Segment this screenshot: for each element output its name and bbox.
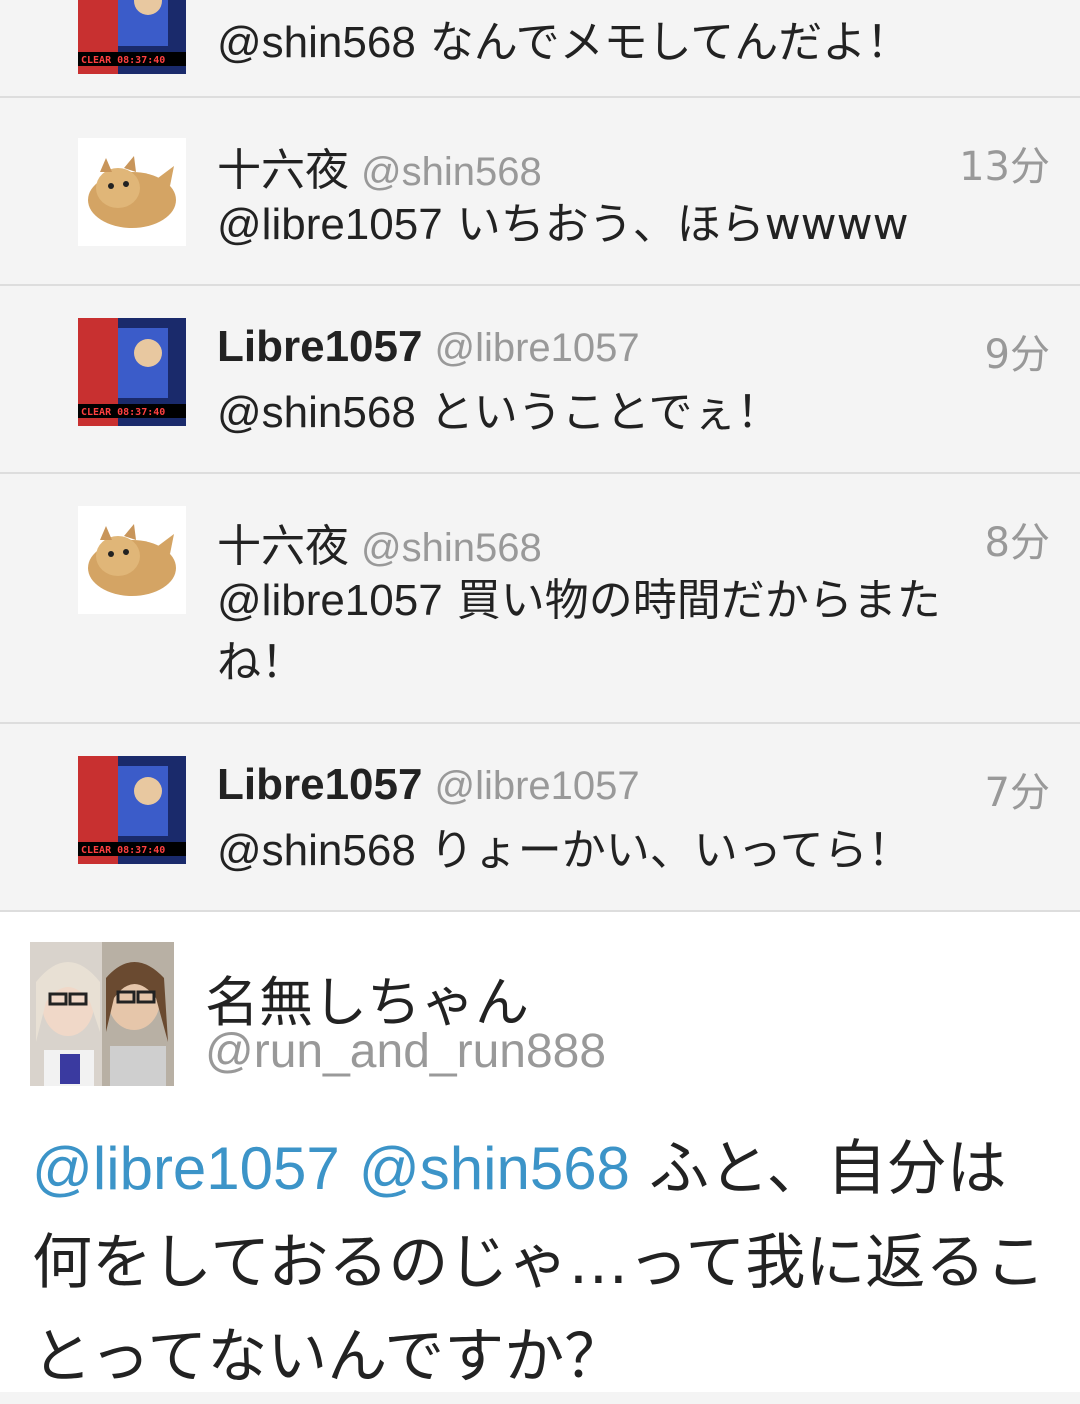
kitten-avatar-icon [78,138,186,246]
reply-row[interactable]: CLEAR 08:37:40 Libre1057 @libre1057 7分 @s… [0,724,1080,912]
user-handle[interactable]: @shin568 [361,150,542,194]
game-clear-avatar-icon: CLEAR 08:37:40 [78,0,186,74]
user-handle[interactable]: @shin568 [361,526,542,570]
avatar[interactable] [30,942,174,1086]
avatar-clear-text: CLEAR 08:37:40 [81,845,165,856]
display-name[interactable]: 十六夜 [217,145,349,196]
reply-row[interactable]: CLEAR 08:37:40 Libre1057 @libre1057 9分 @s… [0,286,1080,474]
name-line: Libre1057 @libre1057 9分 [217,322,1050,378]
avatar[interactable]: CLEAR 08:37:40 [78,0,186,74]
name-line: Libre1057 @libre1057 7分 [217,760,1050,816]
tweet-text: @libre1057 買い物の時間だからまたね！ [217,570,1020,694]
mention-link[interactable]: @shin568 [217,826,416,875]
reply-row[interactable]: 十六夜 @shin568 8分 @libre1057 買い物の時間だからまたね！ [0,474,1080,724]
tweet-text: @shin568 なんでメモしてんだよ！ [217,12,1020,74]
tweet-body: なんでメモしてんだよ！ [415,17,911,68]
reply-row[interactable]: CLEAR 08:37:40 @shin568 なんでメモしてんだよ！ [0,0,1080,98]
tweet-body: りょーかい、いってら！ [415,825,912,876]
tweet-body: いちおう、ほらwwww [442,199,909,250]
mention-link[interactable]: @shin568 [217,18,416,67]
tweet-text: @libre1057 @shin568 ふと、自分は何をしておるのじゃ…って我に… [32,1122,1062,1404]
tweet-text: @shin568 りょーかい、いってら！ [217,820,1020,882]
timestamp: 9分 [984,332,1050,378]
game-clear-avatar-icon: CLEAR 08:37:40 [78,756,186,864]
user-handle[interactable]: @libre1057 [434,326,639,370]
user-handle[interactable]: @run_and_run888 [205,1024,606,1079]
reply-row[interactable]: 十六夜 @shin568 13分 @libre1057 いちおう、ほらwwww [0,98,1080,286]
tweet-text: @libre1057 いちおう、ほらwwww [217,194,1020,256]
display-name[interactable]: Libre1057 [217,760,422,809]
display-name[interactable]: 十六夜 [217,521,349,572]
avatar-clear-text: CLEAR 08:37:40 [81,55,165,66]
mention-link[interactable]: @libre1057 [217,200,443,249]
timestamp: 7分 [984,770,1050,816]
two-girls-avatar-icon [30,942,174,1086]
user-handle[interactable]: @libre1057 [434,764,639,808]
timestamp: 8分 [984,520,1050,566]
mention-link[interactable]: @shin568 [217,388,416,437]
avatar-clear-text: CLEAR 08:37:40 [81,407,165,418]
mention-link[interactable]: @shin568 [359,1135,630,1202]
kitten-avatar-icon [78,506,186,614]
mention-link[interactable]: @libre1057 [217,576,443,625]
tweet-text: @shin568 ということでぇ！ [217,382,1020,444]
avatar[interactable]: CLEAR 08:37:40 [78,318,186,426]
avatar[interactable]: CLEAR 08:37:40 [78,756,186,864]
tweet-body: ということでぇ！ [415,387,781,438]
name-line: 十六夜 @shin568 8分 [217,510,1050,572]
name-line: 十六夜 @shin568 13分 [217,134,1050,196]
avatar[interactable] [78,138,186,246]
timestamp: 13分 [959,144,1050,190]
tweet-detail: 名無しちゃん @run_and_run888 @libre1057 @shin5… [0,912,1080,1392]
mention-link[interactable]: @libre1057 [32,1135,340,1202]
game-clear-avatar-icon: CLEAR 08:37:40 [78,318,186,426]
avatar[interactable] [78,506,186,614]
display-name[interactable]: Libre1057 [217,322,422,371]
